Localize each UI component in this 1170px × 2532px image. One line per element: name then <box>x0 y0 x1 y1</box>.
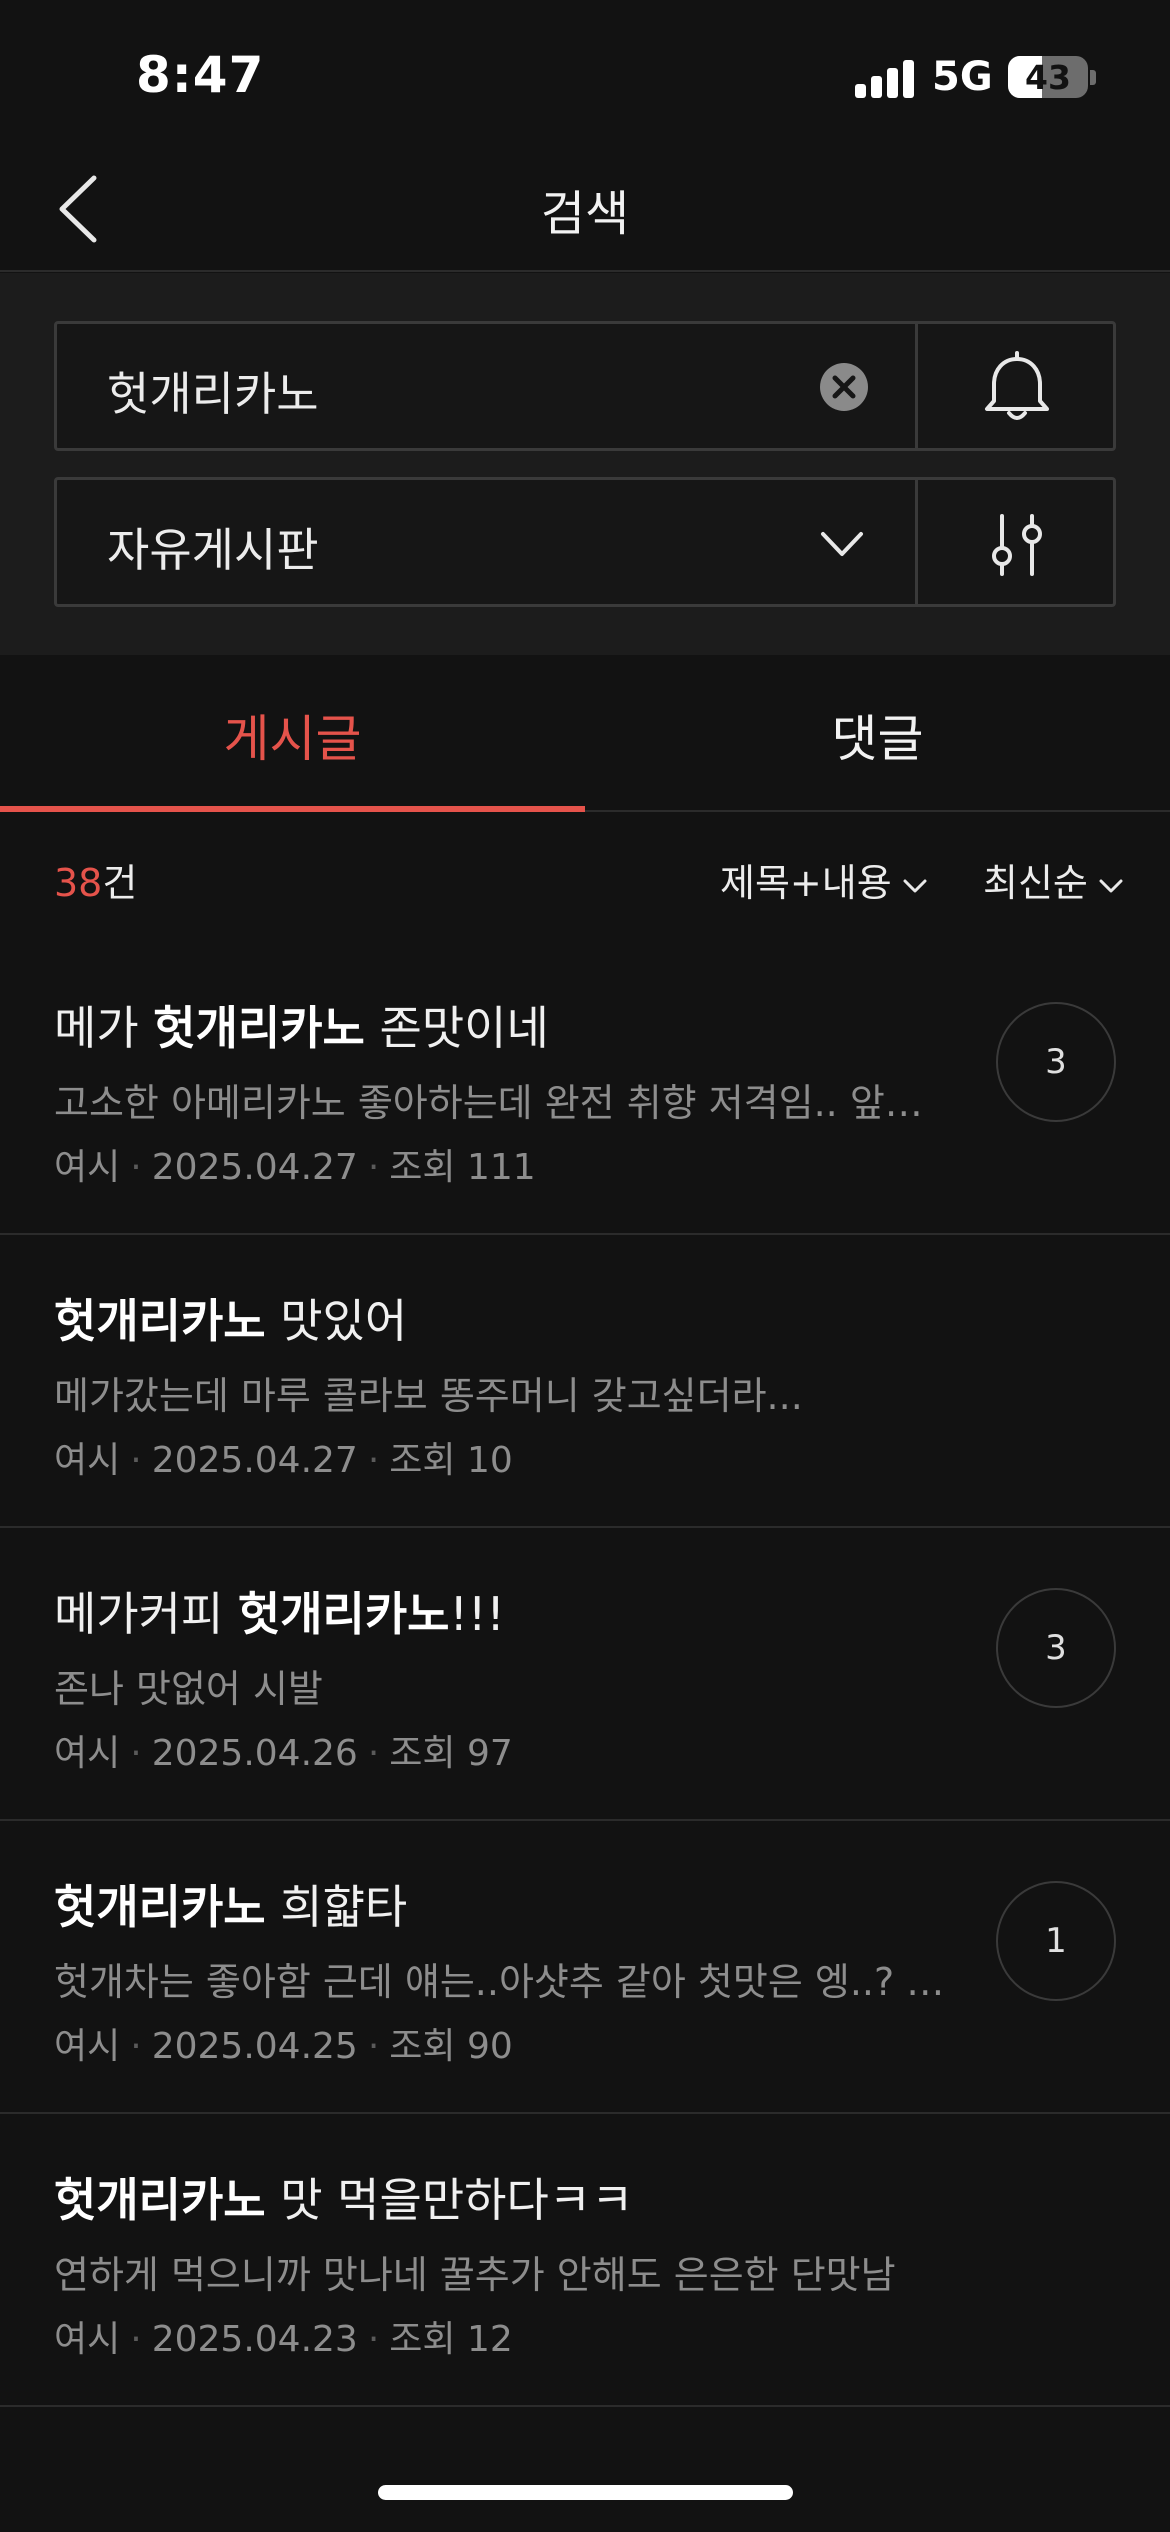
meta-separator: · <box>367 1733 380 1774</box>
board-select-value: 자유게시판 <box>107 523 319 577</box>
post-preview: 고소한 아메리카노 좋아하는데 완전 취향 저격임.. 앞으로... <box>54 1081 954 1125</box>
post-title-suffix: 존맛이네 <box>364 1001 549 1055</box>
post-title-keyword: 헛개리카노 <box>153 1001 365 1055</box>
post-title-keyword: 헛개리카노 <box>237 1587 450 1641</box>
post-meta: 여시 · 2025.04.26 · 조회 97 <box>54 1724 513 1776</box>
meta-separator: · <box>367 1147 380 1188</box>
box-divider <box>915 324 918 448</box>
post-title: 메가 헛개리카노 존맛이네 <box>54 992 549 1058</box>
post-title-suffix: 맛 먹을만하다ㅋㅋ <box>265 2173 634 2227</box>
post-views: 조회 111 <box>389 1147 536 1188</box>
post-views: 조회 12 <box>389 2319 513 2360</box>
post-item[interactable]: 메가 헛개리카노 존맛이네 고소한 아메리카노 좋아하는데 완전 취향 저격임.… <box>0 942 1170 1235</box>
signal-icon <box>855 58 915 98</box>
battery-level: 43 <box>1025 58 1071 97</box>
comment-count-badge[interactable]: 1 <box>996 1881 1116 2001</box>
result-count-unit: 건 <box>102 861 138 905</box>
result-count-number: 38 <box>54 861 103 905</box>
post-date: 2025.04.27 <box>151 1147 358 1188</box>
post-views: 조회 90 <box>389 2026 513 2067</box>
chevron-down-icon <box>821 532 863 556</box>
tab-bar: 게시글 댓글 <box>0 655 1170 812</box>
battery-tip <box>1090 70 1096 85</box>
post-preview: 헛개차는 좋아함 근데 얘는..아샷추 같아 첫맛은 엥..? 희… <box>54 1960 954 2004</box>
board-select[interactable]: 자유게시판 <box>54 477 1116 607</box>
post-date: 2025.04.23 <box>151 2319 358 2360</box>
post-title-prefix: 메가커피 <box>54 1587 238 1641</box>
search-input[interactable]: 헛개리카노 <box>107 358 319 424</box>
post-author: 여시 <box>54 1440 121 1481</box>
result-count: 38건 <box>54 852 137 907</box>
header: 검색 <box>0 150 1170 272</box>
search-box: 헛개리카노 <box>54 321 1116 451</box>
meta-separator: · <box>130 1440 142 1481</box>
sort-dropdown[interactable]: 최신순 <box>983 852 1124 907</box>
post-author: 여시 <box>54 1147 121 1188</box>
post-title-prefix: 메가 <box>54 1001 154 1055</box>
bell-icon[interactable] <box>977 349 1057 429</box>
comment-count-badge[interactable]: 3 <box>996 1588 1116 1708</box>
meta-separator: · <box>130 1733 142 1774</box>
post-meta: 여시 · 2025.04.25 · 조회 90 <box>54 2017 513 2069</box>
post-item[interactable]: 헛개리카노 맛있어 메가갔는데 마루 콜라보 똥주머니 갖고싶더라... 여시 ·… <box>0 1235 1170 1528</box>
post-author: 여시 <box>54 1733 121 1774</box>
chevron-down-icon <box>1099 879 1123 892</box>
post-title-suffix: !!! <box>449 1587 505 1641</box>
search-panel: 헛개리카노 자유게시판 <box>0 273 1170 655</box>
clear-icon[interactable] <box>820 363 868 411</box>
home-indicator <box>378 2485 793 2500</box>
post-views: 조회 97 <box>389 1733 513 1774</box>
page-title: 검색 <box>540 186 630 242</box>
post-item[interactable]: 메가커피 헛개리카노!!! 존나 맛없어 시발 여시 · 2025.04.26 · 조회… <box>0 1528 1170 1821</box>
tab-comments[interactable]: 댓글 <box>585 655 1170 812</box>
post-meta: 여시 · 2025.04.23 · 조회 12 <box>54 2310 513 2362</box>
post-title: 헛개리카노 맛 먹을만하다ㅋㅋ <box>54 2164 633 2230</box>
post-meta: 여시 · 2025.04.27 · 조회 111 <box>54 1138 536 1190</box>
tab-posts[interactable]: 게시글 <box>0 655 585 812</box>
search-scope-dropdown[interactable]: 제목+내용 <box>720 852 928 907</box>
battery-icon: 43 <box>1008 56 1088 98</box>
post-views: 조회 10 <box>389 1440 513 1481</box>
post-title-suffix: 희햛타 <box>265 1880 408 1934</box>
post-title: 헛개리카노 희햛타 <box>54 1871 407 1937</box>
meta-separator: · <box>130 2026 142 2067</box>
post-date: 2025.04.25 <box>151 2026 358 2067</box>
post-title-keyword: 헛개리카노 <box>54 2173 266 2227</box>
post-title: 헛개리카노 맛있어 <box>54 1285 407 1351</box>
post-author: 여시 <box>54 2026 121 2067</box>
post-title-suffix: 맛있어 <box>265 1294 408 1348</box>
meta-separator: · <box>367 2026 380 2067</box>
result-filter-row: 38건 제목+내용 최신순 <box>0 812 1170 942</box>
post-author: 여시 <box>54 2319 121 2360</box>
meta-separator: · <box>367 2319 380 2360</box>
meta-separator: · <box>130 2319 142 2360</box>
filter-icon[interactable] <box>982 510 1052 580</box>
post-item[interactable]: 헛개리카노 희햛타 헛개차는 좋아함 근데 얘는..아샷추 같아 첫맛은 엥..… <box>0 1821 1170 2114</box>
status-time: 8:47 <box>136 46 265 104</box>
comment-count-badge[interactable]: 3 <box>996 1002 1116 1122</box>
post-date: 2025.04.26 <box>151 1733 358 1774</box>
post-title-keyword: 헛개리카노 <box>54 1294 266 1348</box>
meta-separator: · <box>367 1440 380 1481</box>
post-title: 메가커피 헛개리카노!!! <box>54 1578 505 1644</box>
post-preview: 메가갔는데 마루 콜라보 똥주머니 갖고싶더라... <box>54 1374 803 1418</box>
sort-label: 최신순 <box>983 861 1088 905</box>
post-preview: 연하게 먹으니까 맛나네 꿀추가 안해도 은은한 단맛남 <box>54 2253 896 2297</box>
status-bar: 8:47 5G 43 <box>0 0 1170 150</box>
post-item[interactable]: 헛개리카노 맛 먹을만하다ㅋㅋ 연하게 먹으니까 맛나네 꿀추가 안해도 은은한… <box>0 2114 1170 2407</box>
search-scope-label: 제목+내용 <box>720 861 892 905</box>
post-date: 2025.04.27 <box>151 1440 358 1481</box>
post-meta: 여시 · 2025.04.27 · 조회 10 <box>54 1431 513 1483</box>
chevron-down-icon <box>903 879 927 892</box>
post-preview: 존나 맛없어 시발 <box>54 1667 323 1711</box>
box-divider <box>915 480 918 604</box>
meta-separator: · <box>130 1147 142 1188</box>
network-label: 5G <box>932 54 993 100</box>
post-title-keyword: 헛개리카노 <box>54 1880 266 1934</box>
